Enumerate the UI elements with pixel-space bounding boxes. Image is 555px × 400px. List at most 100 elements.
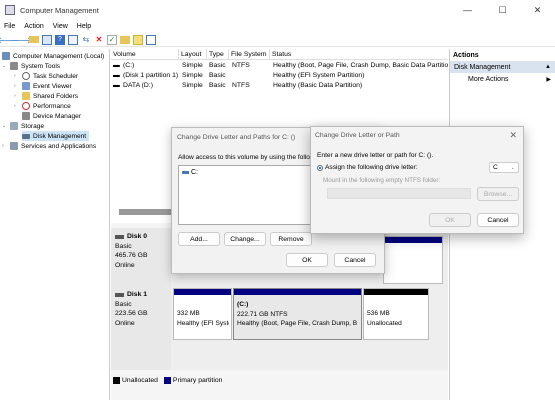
more-actions-item[interactable]: More Actions ▶ — [450, 73, 555, 85]
maximize-button[interactable]: ☐ — [485, 0, 520, 20]
column-header-file-system[interactable]: File System — [229, 49, 270, 60]
disk-1-label[interactable]: Disk 1 Basic 223.56 GB Online — [111, 286, 171, 370]
menu-action[interactable]: Action — [24, 23, 43, 30]
legend-primary: Primary partition — [172, 376, 223, 384]
tree-item-services[interactable]: › Services and Applications — [2, 141, 96, 151]
services-icon — [10, 142, 18, 150]
mount-folder-label: Mount in the following empty NTFS folder… — [323, 177, 441, 184]
remove-button[interactable]: Remove — [270, 232, 312, 246]
dialog-instruction: Allow access to this volume by using the… — [178, 154, 324, 161]
radio-selected-icon[interactable] — [317, 164, 323, 171]
disk-0-state: Online — [115, 261, 135, 269]
cell-layout: Simple — [182, 61, 203, 69]
change-drive-letter-dialog: Change Drive Letter or Path ✕ Enter a ne… — [310, 126, 524, 234]
app-icon — [5, 5, 15, 15]
disk-1-state: Online — [115, 319, 135, 327]
column-header-type[interactable]: Type — [207, 49, 229, 60]
folder-open-icon[interactable] — [120, 35, 130, 44]
storage-icon — [10, 122, 18, 130]
actions-header: Actions — [453, 51, 479, 59]
chevron-right-icon[interactable]: › — [14, 103, 20, 109]
close-icon[interactable]: ✕ — [509, 130, 517, 141]
dialog-title: Change Drive Letter or Path — [315, 132, 400, 139]
unallocated-bar — [364, 289, 428, 295]
tree-item-disk-management[interactable]: Disk Management — [22, 131, 90, 141]
toolbar: 🡐 🡒 ? ⇆ ✕ ✓ — [0, 33, 555, 47]
tree-item-performance[interactable]: › Performance — [14, 101, 71, 111]
close-button[interactable]: ✕ — [520, 0, 555, 20]
chevron-right-icon[interactable]: › — [14, 73, 20, 79]
cell-status: Healthy (EFI System Partition) — [273, 71, 365, 79]
chevron-right-icon[interactable]: › — [14, 83, 20, 89]
tree-item-task-scheduler[interactable]: › Task Scheduler — [14, 71, 78, 81]
menu-help[interactable]: Help — [77, 23, 91, 30]
chevron-down-icon[interactable]: ⌄ — [2, 123, 8, 129]
mount-folder-input[interactable] — [327, 188, 471, 199]
forward-arrow-icon[interactable]: 🡒 — [10, 35, 31, 45]
partition-status: Unallocated — [367, 319, 402, 327]
unallocated-swatch — [113, 376, 120, 384]
assign-letter-label: Assign the following drive letter: — [325, 164, 418, 171]
efi-partition[interactable]: 332 MB Healthy (EFI Syste — [173, 288, 232, 340]
disk-0-size: 465.76 GB — [115, 252, 148, 259]
partition-name: (C:) — [237, 301, 249, 308]
cell-status: Healthy (Basic Data Partition) — [273, 81, 363, 89]
collapse-arrow-icon[interactable]: ▲ — [545, 64, 551, 70]
ok-button[interactable]: OK — [286, 253, 328, 267]
chevron-right-icon[interactable]: › — [14, 93, 20, 99]
drive-letter-select[interactable]: C ⌄ — [489, 162, 519, 173]
checkmark-icon[interactable]: ✓ — [107, 34, 117, 45]
chevron-down-icon[interactable]: ⌄ — [2, 63, 8, 69]
cell-layout: Simple — [182, 71, 203, 79]
menu-file[interactable]: File — [4, 23, 15, 30]
browse-button[interactable]: Browse... — [477, 187, 519, 201]
column-header-layout[interactable]: Layout — [179, 49, 207, 60]
disk-0-label[interactable]: Disk 0 Basic 465.76 GB Online — [111, 228, 171, 286]
tree-item-storage[interactable]: ⌄ Storage — [2, 121, 44, 131]
column-header-status[interactable]: Status — [270, 49, 448, 60]
ok-button[interactable]: OK — [429, 213, 471, 227]
delete-icon[interactable]: ✕ — [94, 35, 104, 45]
actions-section-disk-management[interactable]: Disk Management ▲ — [450, 61, 555, 73]
menu-bar: File Action View Help — [0, 20, 555, 33]
actions-section-label: Disk Management — [454, 63, 511, 71]
assign-letter-option[interactable]: Assign the following drive letter: — [317, 164, 418, 171]
menu-view[interactable]: View — [53, 23, 68, 30]
tree-item-event-viewer[interactable]: › Event Viewer — [14, 81, 72, 91]
cell-volume: (Disk 1 partition 1) — [123, 71, 179, 79]
disk-0-partition[interactable] — [383, 236, 443, 284]
connect-icon[interactable]: ⇆ — [81, 35, 91, 45]
help-icon[interactable]: ? — [55, 34, 65, 45]
dialog-title: Change Drive Letter and Paths for C: () — [177, 134, 296, 141]
console-tree-icon[interactable] — [42, 34, 52, 45]
column-header-volume[interactable]: Volume — [111, 49, 179, 60]
tree-item-root[interactable]: Computer Management (Local) — [2, 51, 104, 61]
partition-size: 536 MB — [367, 310, 390, 317]
minimize-button[interactable]: — — [450, 0, 485, 20]
c-partition-text: (C:) 222.71 GB NTFS Healthy (Boot, Page … — [237, 300, 359, 329]
disk-1-title: Disk 1 — [115, 290, 167, 300]
horizontal-scrollbar-thumb[interactable] — [119, 209, 177, 215]
properties-icon[interactable] — [68, 34, 78, 45]
c-partition[interactable]: (C:) 222.71 GB NTFS Healthy (Boot, Page … — [233, 288, 362, 340]
change-button[interactable]: Change... — [224, 232, 266, 246]
chevron-right-icon[interactable]: › — [2, 143, 8, 149]
note-icon[interactable] — [133, 34, 143, 45]
volume-icon: ▬ — [113, 81, 120, 89]
tree-item-system-tools[interactable]: ⌄ System Tools — [2, 61, 60, 71]
tree-item-shared-folders[interactable]: › Shared Folders — [14, 91, 78, 101]
partition-status: Healthy (Boot, Page File, Crash Dump, B — [237, 320, 358, 327]
cancel-button[interactable]: Cancel — [477, 213, 519, 227]
tree-item-device-manager[interactable]: Device Manager — [22, 111, 81, 121]
legend-unallocated: Unallocated — [122, 376, 158, 384]
paths-listbox[interactable]: C: — [178, 165, 313, 225]
cancel-button[interactable]: Cancel — [334, 253, 376, 267]
primary-swatch — [163, 376, 171, 384]
list-view-icon[interactable] — [146, 34, 156, 45]
add-button[interactable]: Add... — [178, 232, 220, 246]
up-folder-icon[interactable] — [29, 36, 39, 43]
list-item[interactable]: C: — [182, 169, 198, 176]
unallocated-space[interactable]: 536 MB Unallocated — [363, 288, 429, 340]
cell-file-system: NTFS — [232, 81, 250, 89]
drive-icon — [182, 171, 189, 174]
